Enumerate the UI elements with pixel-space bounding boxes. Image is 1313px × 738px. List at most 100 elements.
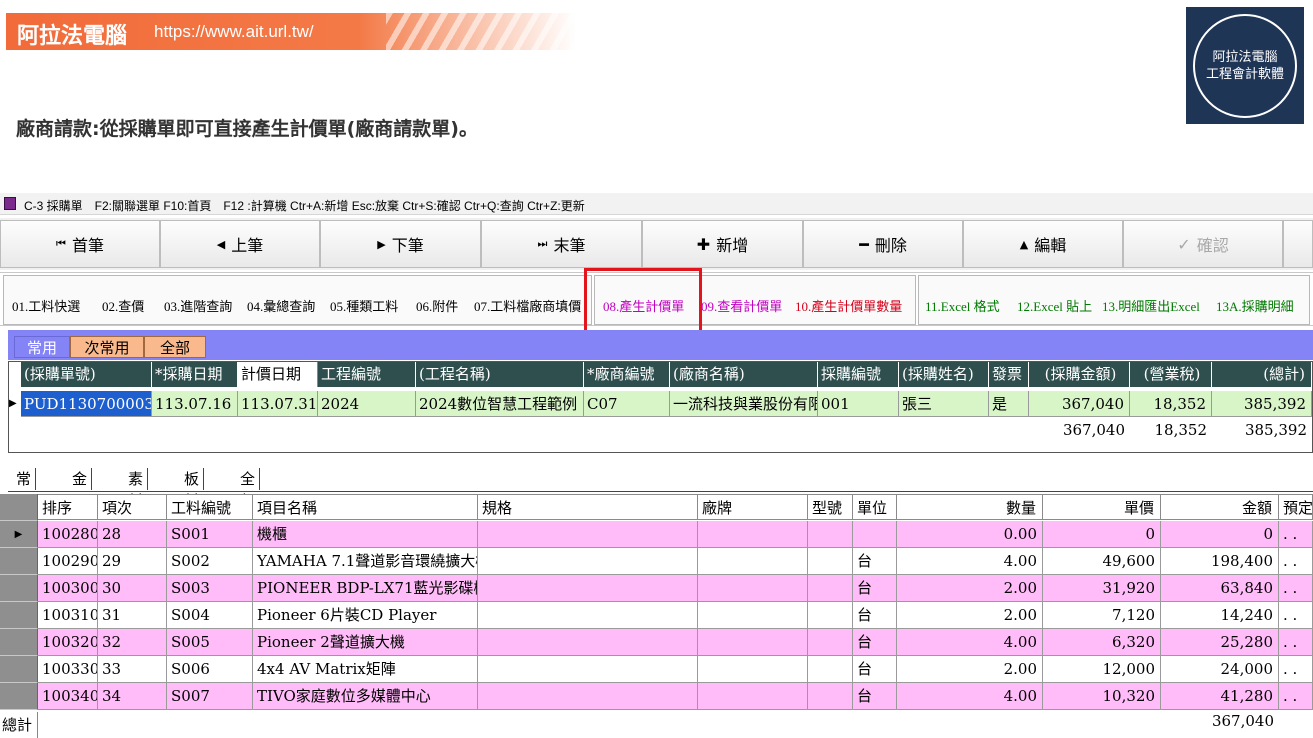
tab-all[interactable]: 全部 xyxy=(144,336,206,358)
func-view-valuation[interactable]: 09.查看計價單 xyxy=(701,296,782,315)
cell-quantity[interactable]: 4.00 xyxy=(897,683,1043,710)
col-buyer-code[interactable]: 採購編號 xyxy=(818,362,899,387)
col-valuation-date[interactable]: 計價日期 xyxy=(238,362,318,387)
col-vendor-name[interactable]: (廠商名稱) xyxy=(670,362,818,387)
col-sales-tax[interactable]: (營業稅) xyxy=(1130,362,1212,387)
cell-total[interactable]: 385,392 xyxy=(1212,391,1312,417)
prev-record-button[interactable]: ◀ 上筆 xyxy=(160,220,320,268)
col-project-name[interactable]: (工程名稱) xyxy=(416,362,584,387)
cell-material-code[interactable]: S001 xyxy=(167,521,253,548)
func-attachment[interactable]: 06.附件 xyxy=(416,296,458,315)
col-material-code[interactable]: 工料編號 xyxy=(167,494,253,520)
cell-amount[interactable]: 63,840 xyxy=(1161,575,1279,602)
cell-brand[interactable] xyxy=(698,602,808,629)
col-item-name[interactable]: 項目名稱 xyxy=(253,494,478,520)
cell-sort[interactable]: 100280 xyxy=(38,521,98,548)
cell-sort[interactable]: 100300 xyxy=(38,575,98,602)
cell-model[interactable] xyxy=(808,548,853,575)
cell-spec[interactable] xyxy=(478,548,698,575)
cell-item-no[interactable]: 30 xyxy=(98,575,167,602)
col-buyer-name[interactable]: (採購姓名) xyxy=(899,362,989,387)
cell-planned[interactable]: . . xyxy=(1279,548,1313,575)
cell-po-amount[interactable]: 367,040 xyxy=(1029,391,1130,417)
cell-unit[interactable] xyxy=(853,521,897,548)
cell-brand[interactable] xyxy=(698,521,808,548)
func-purchase-detail[interactable]: 13A.採購明細 xyxy=(1216,296,1294,315)
row-header[interactable] xyxy=(0,548,38,575)
col-unit[interactable]: 單位 xyxy=(853,494,897,520)
cell-amount[interactable]: 14,240 xyxy=(1161,602,1279,629)
func-generate-valuation-qty[interactable]: 10.產生計價單數量 xyxy=(795,296,902,315)
cell-material-code[interactable]: S006 xyxy=(167,656,253,683)
cell-quantity[interactable]: 2.00 xyxy=(897,575,1043,602)
cell-vendor-name[interactable]: 一流科技與業股份有限公司 xyxy=(670,391,818,417)
func-advanced-query[interactable]: 03.進階查詢 xyxy=(164,296,232,315)
cell-planned[interactable]: . . xyxy=(1279,629,1313,656)
cell-item-name[interactable]: YAMAHA 7.1聲道影音環繞擴大機 xyxy=(253,548,478,575)
cell-sort[interactable]: 100340 xyxy=(38,683,98,710)
cell-amount[interactable]: 24,000 xyxy=(1161,656,1279,683)
detail-tab-board[interactable]: 板材 xyxy=(180,468,205,510)
cell-material-code[interactable]: S007 xyxy=(167,683,253,710)
func-excel-paste[interactable]: 12.Excel 貼上 xyxy=(1017,296,1092,315)
cell-model[interactable] xyxy=(808,656,853,683)
cell-material-code[interactable]: S003 xyxy=(167,575,253,602)
func-material-quick[interactable]: 01.工料快選 xyxy=(12,296,80,315)
cell-planned[interactable]: . . xyxy=(1279,575,1313,602)
cell-unit[interactable]: 台 xyxy=(853,575,897,602)
cell-sales-tax[interactable]: 18,352 xyxy=(1130,391,1212,417)
cell-invoice[interactable]: 是 xyxy=(989,391,1029,417)
detail-tab-metal[interactable]: 金屬 xyxy=(68,468,93,510)
tab-common[interactable]: 常用 xyxy=(14,336,70,358)
cell-unit[interactable]: 台 xyxy=(853,602,897,629)
tab-secondary[interactable]: 次常用 xyxy=(70,336,144,358)
cell-amount[interactable]: 0 xyxy=(1161,521,1279,548)
cell-unit[interactable]: 台 xyxy=(853,548,897,575)
cell-quantity[interactable]: 2.00 xyxy=(897,602,1043,629)
cell-amount[interactable]: 41,280 xyxy=(1161,683,1279,710)
edit-button[interactable]: ▲ 編輯 xyxy=(963,220,1123,268)
col-po-date[interactable]: *採購日期 xyxy=(152,362,238,387)
cell-spec[interactable] xyxy=(478,602,698,629)
cell-planned[interactable]: . . xyxy=(1279,521,1313,548)
row-header[interactable] xyxy=(0,602,38,629)
cell-vendor-code[interactable]: C07 xyxy=(584,391,670,417)
cell-material-code[interactable]: S005 xyxy=(167,629,253,656)
cell-unit-price[interactable]: 7,120 xyxy=(1043,602,1161,629)
row-header[interactable] xyxy=(0,629,38,656)
cell-quantity[interactable]: 4.00 xyxy=(897,629,1043,656)
cell-unit-price[interactable]: 31,920 xyxy=(1043,575,1161,602)
cell-item-name[interactable]: 機櫃 xyxy=(253,521,478,548)
col-vendor-code[interactable]: *廠商編號 xyxy=(584,362,670,387)
col-unit-price[interactable]: 單價 xyxy=(1043,494,1161,520)
last-record-button[interactable]: ⏭ 末筆 xyxy=(481,220,642,268)
func-category-material[interactable]: 05.種類工料 xyxy=(330,296,398,315)
func-export-excel[interactable]: 13.明細匯出Excel xyxy=(1102,296,1200,315)
cell-unit-price[interactable]: 0 xyxy=(1043,521,1161,548)
cell-sort[interactable]: 100330 xyxy=(38,656,98,683)
cell-unit[interactable]: 台 xyxy=(853,656,897,683)
cell-buyer-name[interactable]: 張三 xyxy=(899,391,989,417)
cell-spec[interactable] xyxy=(478,575,698,602)
col-project-code[interactable]: 工程編號 xyxy=(318,362,416,387)
cell-spec[interactable] xyxy=(478,656,698,683)
cell-unit-price[interactable]: 10,320 xyxy=(1043,683,1161,710)
cell-buyer-code[interactable]: 001 xyxy=(818,391,899,417)
cell-item-no[interactable]: 33 xyxy=(98,656,167,683)
cell-model[interactable] xyxy=(808,683,853,710)
col-sort[interactable]: 排序 xyxy=(38,494,98,520)
func-vendor-price-fill[interactable]: 07.工料檔廠商填價 xyxy=(474,296,590,315)
col-brand[interactable]: 廠牌 xyxy=(698,494,808,520)
col-total[interactable]: (總計) xyxy=(1212,362,1312,387)
cell-model[interactable] xyxy=(808,575,853,602)
func-summary-query[interactable]: 04.彙總查詢 xyxy=(247,296,315,315)
cell-spec[interactable] xyxy=(478,521,698,548)
cell-item-name[interactable]: Pioneer 2聲道擴大機 xyxy=(253,629,478,656)
cell-brand[interactable] xyxy=(698,575,808,602)
detail-tab-all[interactable]: 全部 xyxy=(236,468,261,510)
detail-tab-common[interactable]: 常用 xyxy=(12,468,37,510)
cell-item-no[interactable]: 29 xyxy=(98,548,167,575)
cell-quantity[interactable]: 4.00 xyxy=(897,548,1043,575)
cell-unit-price[interactable]: 6,320 xyxy=(1043,629,1161,656)
cell-project-name[interactable]: 2024數位智慧工程範例 xyxy=(416,391,584,417)
